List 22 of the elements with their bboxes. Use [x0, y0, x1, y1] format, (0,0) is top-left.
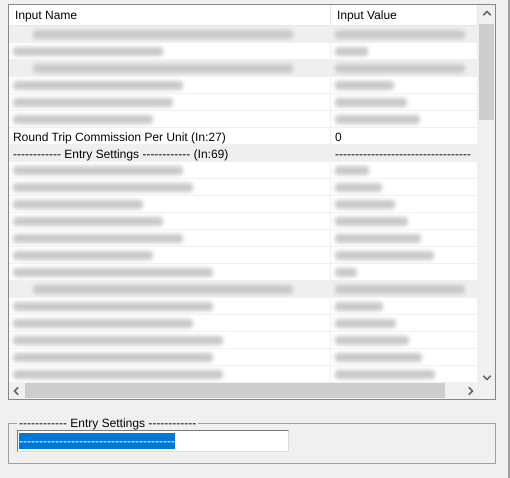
blurred-text [335, 98, 407, 107]
blurred-text [335, 166, 369, 175]
scroll-down-icon[interactable] [482, 372, 492, 382]
blurred-text [335, 183, 382, 192]
scroll-right-icon[interactable] [465, 386, 475, 396]
scroll-left-icon[interactable] [12, 386, 22, 396]
scrollbar-thumb[interactable] [25, 383, 445, 398]
blurred-text [335, 47, 368, 56]
blurred-text [335, 319, 396, 328]
blurred-text [335, 200, 395, 209]
table-cell: 0 [335, 130, 342, 144]
table-cell: ---------------------------------- [335, 146, 471, 160]
blurred-text [335, 302, 383, 311]
input-field[interactable]: --------------------------------------- [17, 430, 289, 452]
table-cell: Round Trip Commission Per Unit (In:27) [13, 130, 226, 144]
vertical-scrollbar[interactable] [478, 5, 495, 399]
horizontal-scrollbar[interactable] [9, 382, 478, 399]
blurred-text [335, 268, 357, 277]
scrollbar-thumb[interactable] [479, 24, 494, 120]
table-cell: ------------ Entry Settings ------------ (In:69) [13, 146, 228, 160]
group-title: ------------ Entry Settings ------------ [18, 416, 198, 430]
blurred-text [335, 81, 394, 90]
